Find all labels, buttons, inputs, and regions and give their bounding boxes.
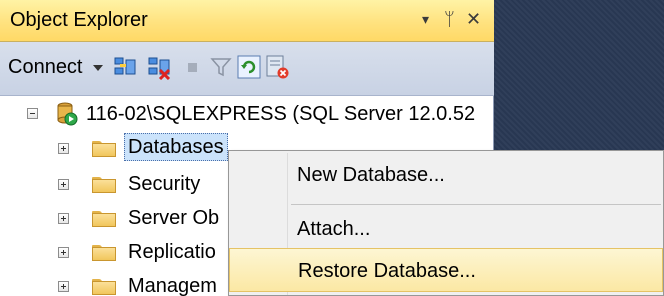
- connect-dropdown-icon[interactable]: [93, 65, 103, 71]
- folder-icon: [92, 243, 116, 261]
- folder-icon: [92, 139, 116, 157]
- folder-icon: [92, 209, 116, 227]
- object-explorer-toolbar: Connect: [0, 42, 494, 96]
- menu-item-new-database[interactable]: New Database...: [229, 153, 663, 197]
- pin-icon[interactable]: ᛘ: [444, 8, 455, 30]
- expand-toggle-icon[interactable]: [58, 247, 69, 258]
- panel-titlebar: Object Explorer ▾ ᛘ ✕: [0, 0, 494, 42]
- dropdown-arrow-icon[interactable]: ▾: [422, 8, 429, 30]
- connect-object-explorer-icon[interactable]: [112, 54, 138, 80]
- expand-toggle-icon[interactable]: [58, 179, 69, 190]
- menu-item-attach[interactable]: Attach...: [229, 207, 663, 251]
- tree-server-node[interactable]: 116-02\SQLEXPRESS (SQL Server 12.0.52: [0, 98, 494, 130]
- close-icon[interactable]: ✕: [466, 8, 481, 30]
- expand-toggle-icon[interactable]: [58, 213, 69, 224]
- collapse-toggle-icon[interactable]: [27, 108, 38, 119]
- filter-icon[interactable]: [208, 54, 234, 80]
- stop-icon[interactable]: [180, 54, 206, 80]
- tree-item-label: Replicatio: [128, 241, 216, 263]
- tree-item-label: Security: [128, 173, 201, 195]
- menu-separator: [291, 204, 661, 205]
- disconnect-icon[interactable]: [146, 54, 172, 80]
- activity-monitor-icon[interactable]: [264, 54, 290, 80]
- server-running-icon: [57, 102, 78, 126]
- folder-icon: [92, 277, 116, 295]
- tree-item-label: Databases: [124, 133, 228, 161]
- expand-toggle-icon[interactable]: [58, 143, 69, 154]
- refresh-icon[interactable]: [236, 54, 262, 80]
- menu-item-restore-database[interactable]: Restore Database...: [229, 248, 663, 292]
- tree-item-label: Server Ob: [128, 207, 220, 229]
- server-label: 116-02\SQLEXPRESS (SQL Server 12.0.52: [86, 103, 476, 125]
- expand-toggle-icon[interactable]: [58, 281, 69, 292]
- folder-icon: [92, 175, 116, 193]
- connect-button[interactable]: Connect: [8, 56, 83, 79]
- context-menu: New Database... Attach... Restore Databa…: [228, 150, 664, 296]
- tree-item-label: Managem: [128, 275, 217, 296]
- panel-title: Object Explorer: [10, 9, 148, 31]
